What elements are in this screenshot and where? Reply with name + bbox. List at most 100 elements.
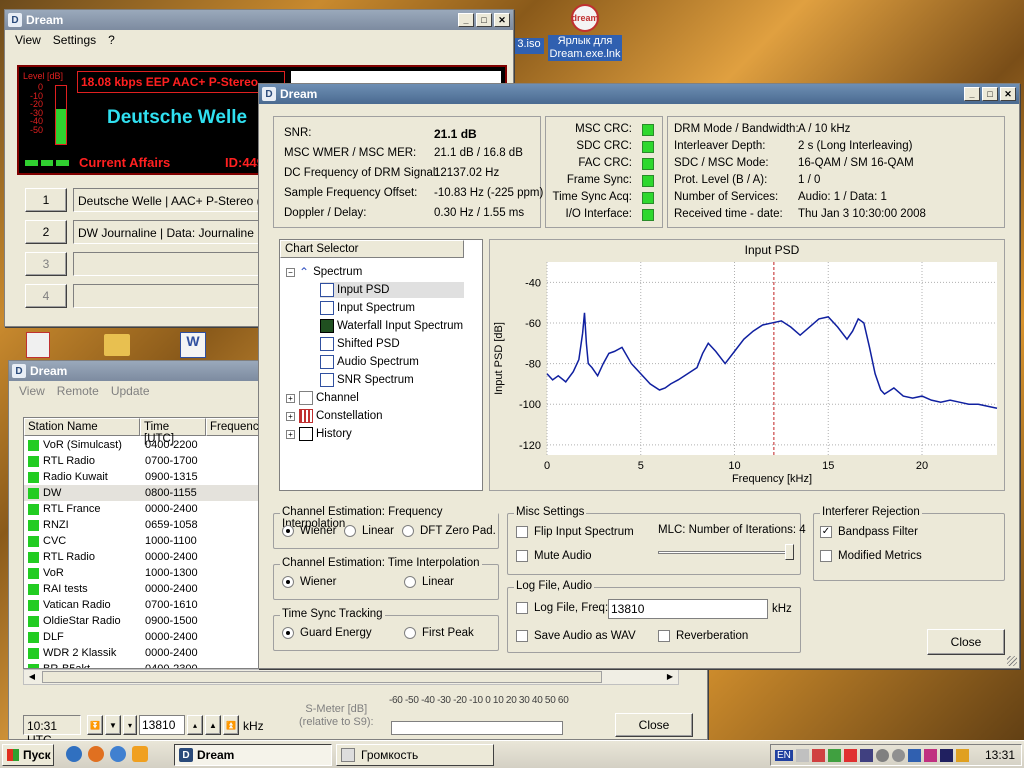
station-row[interactable]: RTL France 0000-2400	[24, 501, 260, 517]
station-row[interactable]: Vatican Radio 0700-1610	[24, 597, 260, 613]
radio-icon[interactable]	[404, 627, 416, 639]
menu-remote[interactable]: Remote	[57, 384, 99, 398]
chan-time-wiener[interactable]: Wiener	[282, 576, 336, 588]
station-row[interactable]: RTL Radio 0700-1700	[24, 453, 260, 469]
timesync-first-peak[interactable]: First Peak	[404, 627, 474, 639]
tray-icon[interactable]	[955, 748, 969, 762]
freq-down-step-button[interactable]: ▾	[123, 715, 137, 735]
station-row[interactable]: RTL Radio 0000-2400	[24, 549, 260, 565]
freq-down-button[interactable]: ▼	[105, 715, 121, 735]
tree-input-spectrum[interactable]: Input Spectrum	[320, 301, 415, 315]
logfile-checkbox[interactable]: Log File, Freq:	[516, 602, 608, 614]
eval-window-titlebar[interactable]: D Dream _ □ ✕	[259, 84, 1019, 104]
station-row[interactable]: RNZI 0659-1058	[24, 517, 260, 533]
checkbox-icon[interactable]	[820, 550, 832, 562]
bandpass-checkbox[interactable]: ✓ Bandpass Filter	[820, 526, 918, 538]
reverb-checkbox[interactable]: Reverberation	[658, 630, 748, 642]
service-button-1[interactable]: 1	[25, 188, 67, 212]
station-row[interactable]: RAI tests 0000-2400	[24, 581, 260, 597]
menu-settings[interactable]: Settings	[53, 33, 96, 47]
freq-up-fast-button[interactable]: ⏫	[223, 715, 239, 735]
media-icon[interactable]	[110, 746, 126, 762]
radio-icon[interactable]	[344, 525, 356, 537]
station-row[interactable]: Radio Kuwait 0900-1315	[24, 469, 260, 485]
chan-freq-linear[interactable]: Linear	[344, 525, 394, 537]
station-row[interactable]: VoR (Simulcast) 0400-2200	[24, 437, 260, 453]
mute-audio-checkbox[interactable]: Mute Audio	[516, 550, 592, 562]
maximize-button[interactable]: □	[476, 13, 492, 27]
tray-icon[interactable]	[875, 748, 889, 762]
radio-icon[interactable]	[402, 525, 414, 537]
chart-selector-header[interactable]: Chart Selector	[280, 240, 464, 258]
tree-waterfall[interactable]: Waterfall Input Spectrum	[320, 319, 463, 333]
firefox-icon[interactable]	[88, 746, 104, 762]
stations-hscroll[interactable]: ◀ ▶	[23, 669, 679, 685]
scroll-thumb[interactable]	[42, 671, 602, 683]
tree-input-psd[interactable]: Input PSD	[320, 282, 464, 298]
close-icon[interactable]: ✕	[1000, 87, 1016, 101]
flip-spectrum-checkbox[interactable]: Flip Input Spectrum	[516, 526, 634, 538]
tree-shifted-psd[interactable]: Shifted PSD	[320, 337, 400, 351]
checkbox-icon[interactable]	[658, 630, 670, 642]
station-row[interactable]: BR-B5akt 0400-2300	[24, 661, 260, 668]
tree-history[interactable]: + History	[286, 427, 352, 441]
tree-constellation[interactable]: + Constellation	[286, 409, 382, 423]
tray-icon[interactable]	[843, 748, 857, 762]
logfile-freq-input[interactable]	[608, 599, 768, 619]
tray-icon[interactable]	[795, 748, 809, 762]
radio-icon[interactable]	[282, 576, 294, 588]
frequency-input[interactable]	[139, 715, 185, 735]
expand-icon[interactable]: +	[286, 411, 295, 421]
task-volume[interactable]: Громкость	[336, 744, 494, 766]
service-button-2[interactable]: 2	[25, 220, 67, 244]
desktop-icon-word[interactable]: W	[180, 332, 206, 358]
collapse-icon[interactable]: −	[286, 267, 295, 277]
station-row[interactable]: OldieStar Radio 0900-1500	[24, 613, 260, 629]
app-icon[interactable]	[132, 746, 148, 762]
service-button-3[interactable]: 3	[25, 252, 67, 276]
tray-icon[interactable]	[811, 748, 825, 762]
freq-up-button[interactable]: ▲	[205, 715, 221, 735]
menu-update[interactable]: Update	[111, 384, 150, 398]
column-header-station[interactable]: Station Name	[24, 418, 140, 436]
desktop-icon-iso[interactable]: 3.iso	[514, 38, 544, 54]
checkbox-checked-icon[interactable]: ✓	[820, 526, 832, 538]
tray-icon[interactable]	[827, 748, 841, 762]
desktop-icon-dream-shortcut[interactable]: dream Ярлык для Dream.exe.lnk	[548, 4, 622, 66]
chan-time-linear[interactable]: Linear	[404, 576, 454, 588]
tree-channel[interactable]: + Channel	[286, 391, 359, 405]
tree-spectrum[interactable]: − ⌃ Spectrum	[286, 265, 362, 279]
browser-icon[interactable]	[66, 746, 82, 762]
service-button-4[interactable]: 4	[25, 284, 67, 308]
chan-freq-dft[interactable]: DFT Zero Pad.	[402, 525, 496, 537]
maximize-button[interactable]: □	[982, 87, 998, 101]
radio-icon[interactable]	[404, 576, 416, 588]
scroll-right-icon[interactable]: ▶	[662, 670, 678, 684]
column-header-time[interactable]: Time [UTC]	[140, 418, 206, 445]
modified-metrics-checkbox[interactable]: Modified Metrics	[820, 550, 922, 562]
expand-icon[interactable]: +	[286, 393, 295, 403]
menu-view[interactable]: View	[15, 33, 41, 47]
freq-up-step-button[interactable]: ▴	[187, 715, 203, 735]
close-icon[interactable]: ✕	[494, 13, 510, 27]
timesync-guard[interactable]: Guard Energy	[282, 627, 372, 639]
start-button[interactable]: Пуск	[2, 744, 54, 766]
checkbox-icon[interactable]	[516, 602, 528, 614]
expand-icon[interactable]: +	[286, 429, 295, 439]
radio-icon[interactable]	[282, 525, 294, 537]
checkbox-icon[interactable]	[516, 550, 528, 562]
tree-audio-spectrum[interactable]: Audio Spectrum	[320, 355, 419, 369]
menu-view[interactable]: View	[19, 384, 45, 398]
station-row[interactable]: WDR 2 Klassik 0000-2400	[24, 645, 260, 661]
tray-icon[interactable]	[923, 748, 937, 762]
save-wav-checkbox[interactable]: Save Audio as WAV	[516, 630, 636, 642]
freq-down-fast-button[interactable]: ⏬	[87, 715, 103, 735]
mlc-slider[interactable]	[658, 544, 794, 560]
station-row[interactable]: VoR 1000-1300	[24, 565, 260, 581]
main-window-titlebar[interactable]: D Dream _ □ ✕	[5, 10, 513, 30]
task-dream[interactable]: D Dream	[174, 744, 332, 766]
stations-close-button[interactable]: Close	[615, 713, 693, 737]
menu-help[interactable]: ?	[108, 33, 115, 47]
mlc-slider-thumb[interactable]	[785, 544, 794, 560]
minimize-button[interactable]: _	[964, 87, 980, 101]
